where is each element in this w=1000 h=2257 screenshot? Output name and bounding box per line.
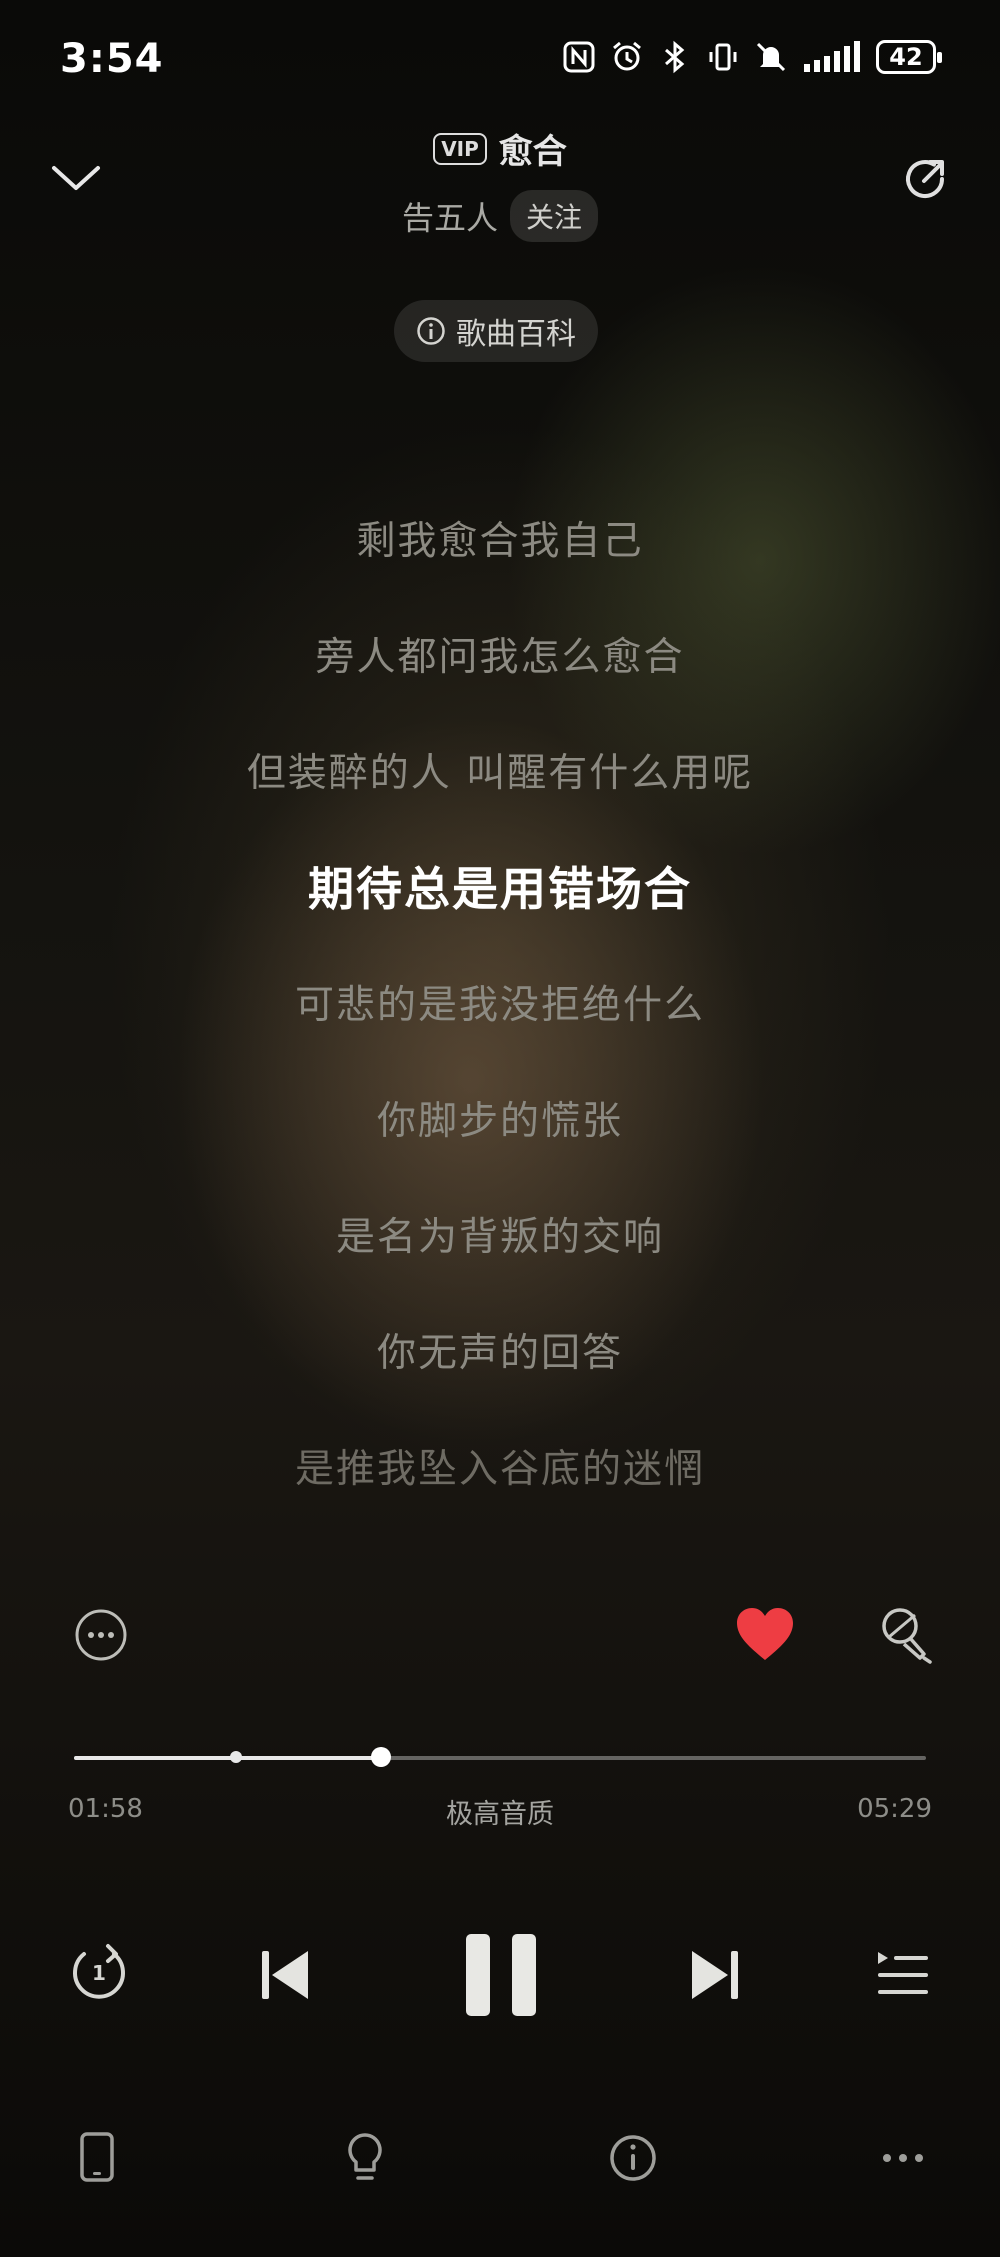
like-heart-icon[interactable] (734, 1604, 796, 1666)
nfc-icon (563, 41, 595, 73)
lightbulb-icon[interactable] (340, 2132, 390, 2184)
follow-button[interactable]: 关注 (510, 190, 599, 242)
repeat-one-button[interactable]: 1 (66, 1938, 132, 2004)
status-icons: 42 (562, 40, 942, 74)
total-time: 05:29 (857, 1794, 932, 1824)
lyric-line[interactable]: 但装醉的人 叫醒有什么用呢 (0, 712, 1000, 828)
vibrate-icon (709, 43, 737, 71)
more-horizontal-icon[interactable] (878, 2132, 928, 2184)
vip-badge: VIP (433, 132, 487, 165)
buffer-marker (229, 1751, 242, 1763)
more-options-icon[interactable] (74, 1608, 128, 1662)
playlist-icon[interactable] (874, 1946, 930, 2002)
progress-track[interactable] (74, 1747, 926, 1767)
device-icon[interactable] (72, 2132, 122, 2184)
lyric-line[interactable]: 是推我坠入谷底的迷惘 (0, 1408, 1000, 1524)
progress-thumb[interactable] (370, 1747, 391, 1767)
karaoke-mic-icon[interactable] (876, 1604, 936, 1668)
signal-icon (804, 41, 860, 72)
alarm-icon (613, 41, 641, 71)
song-title: 愈合 (498, 132, 567, 172)
lyric-line[interactable]: 你无声的回答 (0, 1292, 1000, 1408)
artist-name[interactable]: 告五人 (402, 193, 498, 239)
lyric-line[interactable]: 可悲的是我没拒绝什么 (0, 944, 1000, 1060)
mute-icon (756, 42, 786, 72)
lyric-line-active[interactable]: 期待总是用错场合 (0, 828, 1000, 944)
next-track-icon[interactable] (686, 1945, 742, 2005)
progress-fill (74, 1756, 381, 1760)
title-row: VIP 愈合 (0, 124, 1000, 173)
info-icon (417, 317, 445, 345)
pause-icon[interactable] (462, 1932, 540, 2018)
info-circle-icon[interactable] (608, 2132, 658, 2184)
song-wiki-button[interactable]: 歌曲百科 (394, 300, 598, 362)
song-wiki-label: 歌曲百科 (456, 317, 576, 352)
battery-icon: 42 (876, 40, 942, 74)
artist-row: 告五人 关注 (0, 190, 1000, 242)
lyric-line[interactable]: 是名为背叛的交响 (0, 1176, 1000, 1292)
previous-track-icon[interactable] (258, 1945, 314, 2005)
share-icon[interactable] (896, 150, 954, 208)
audio-quality-label[interactable]: 极高音质 (0, 1792, 1000, 1831)
status-time: 3:54 (60, 36, 164, 82)
lyric-line[interactable]: 你脚步的慌张 (0, 1060, 1000, 1176)
lyric-line[interactable]: 旁人都问我怎么愈合 (0, 596, 1000, 712)
repeat-one-icon: 1 (73, 1944, 125, 1999)
lyric-line[interactable]: 剩我愈合我自己 (0, 480, 1000, 596)
repeat-count: 1 (92, 1961, 106, 1985)
lyrics-panel[interactable]: 剩我愈合我自己 旁人都问我怎么愈合 但装醉的人 叫醒有什么用呢 期待总是用错场合… (0, 480, 1000, 1524)
bluetooth-icon (665, 40, 685, 74)
